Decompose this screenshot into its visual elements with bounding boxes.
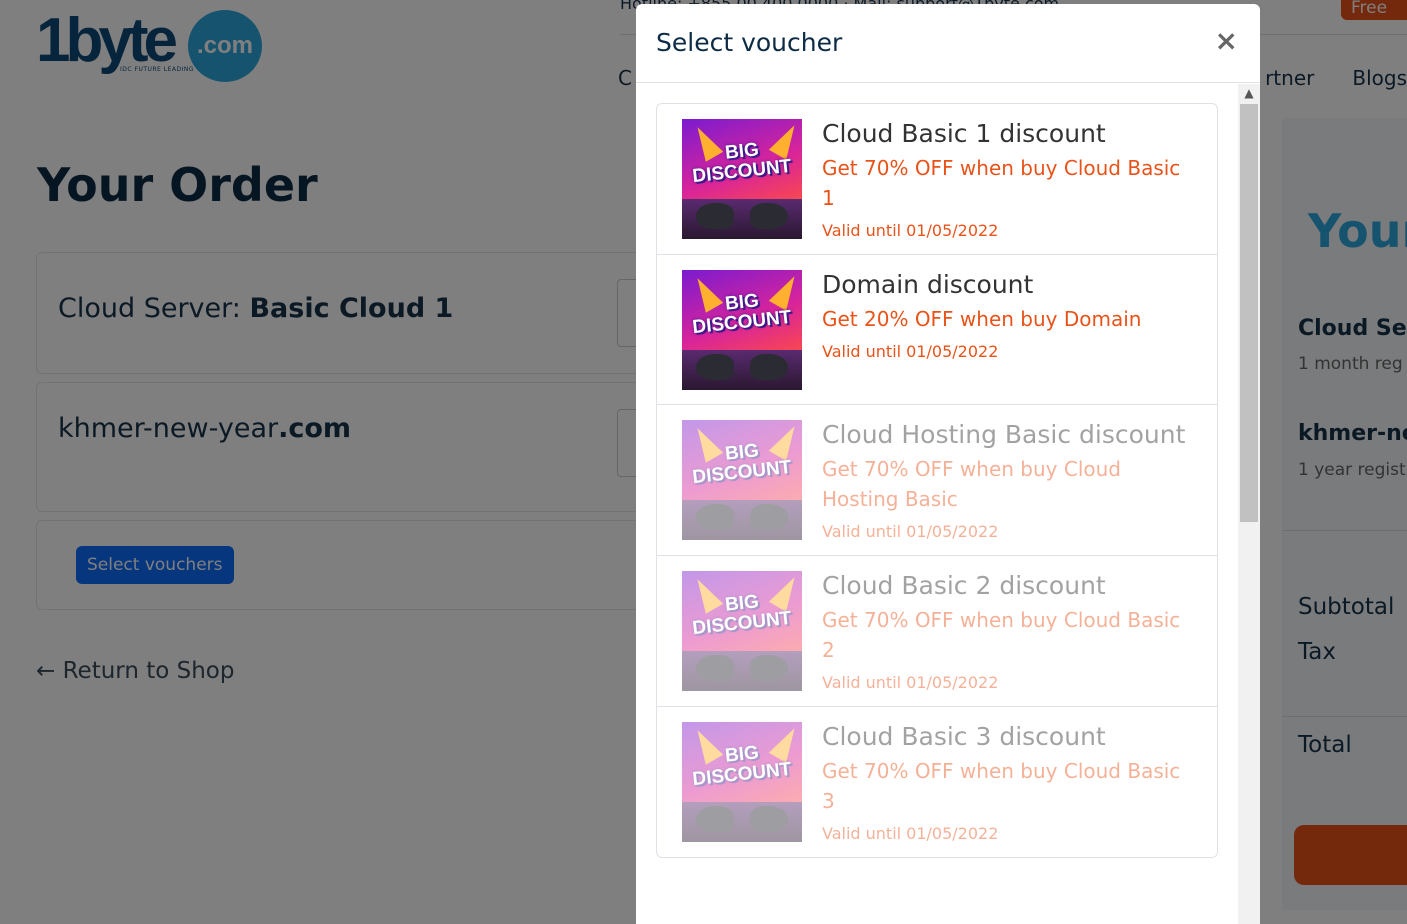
voucher-description: Get 70% OFF when buy Cloud Basic 1 [822, 156, 1181, 210]
voucher-name: Cloud Basic 1 discount [822, 119, 1106, 148]
voucher-description: Get 70% OFF when buy Cloud Basic 2 [822, 608, 1181, 662]
voucher-image: BIG DISCOUNT [682, 722, 802, 842]
voucher-name: Cloud Basic 2 discount [822, 571, 1106, 600]
bull-figure [696, 203, 734, 229]
voucher-validity: Valid until 01/05/2022 [822, 342, 999, 361]
modal-body: BIG DISCOUNT Cloud Basic 1 discount Get 70%… [636, 84, 1238, 924]
voucher-item[interactable]: BIG DISCOUNT Domain discount Get 20% OFF wh… [657, 254, 1217, 404]
modal-header: Select voucher × [636, 4, 1260, 83]
voucher-item: BIG DISCOUNT Cloud Hosting Basic discount G… [657, 404, 1217, 555]
voucher-item: BIG DISCOUNT Cloud Basic 3 discount Get 70%… [657, 706, 1217, 857]
voucher-validity: Valid until 01/05/2022 [822, 673, 999, 692]
voucher-list: BIG DISCOUNT Cloud Basic 1 discount Get 70%… [656, 103, 1218, 858]
voucher-validity: Valid until 01/05/2022 [822, 824, 999, 843]
bull-figure [750, 806, 788, 832]
bull-figure [696, 806, 734, 832]
voucher-image: BIG DISCOUNT [682, 571, 802, 691]
voucher-item: BIG DISCOUNT Cloud Basic 2 discount Get 70%… [657, 555, 1217, 706]
modal-title: Select voucher [656, 28, 843, 57]
voucher-name: Domain discount [822, 270, 1034, 299]
voucher-info: Cloud Basic 3 discount Get 70% OFF when b… [822, 722, 1193, 843]
close-icon[interactable]: × [1215, 24, 1238, 57]
bull-figure [750, 504, 788, 530]
bull-figure [696, 655, 734, 681]
voucher-description: Get 70% OFF when buy Cloud Basic 3 [822, 759, 1181, 813]
modal-scrollbar[interactable]: ▲ [1238, 84, 1260, 924]
voucher-validity: Valid until 01/05/2022 [822, 221, 999, 240]
voucher-image: BIG DISCOUNT [682, 420, 802, 540]
voucher-item[interactable]: BIG DISCOUNT Cloud Basic 1 discount Get 70%… [657, 104, 1217, 254]
voucher-validity: Valid until 01/05/2022 [822, 522, 999, 541]
bull-figure [750, 354, 788, 380]
voucher-info: Domain discount Get 20% OFF when buy Doma… [822, 270, 1193, 390]
bull-figure [696, 354, 734, 380]
scrollbar-thumb[interactable] [1240, 104, 1258, 522]
voucher-name: Cloud Basic 3 discount [822, 722, 1106, 751]
scroll-up-arrow-icon[interactable]: ▲ [1238, 86, 1260, 104]
voucher-info: Cloud Hosting Basic discount Get 70% OFF … [822, 420, 1193, 541]
voucher-info: Cloud Basic 2 discount Get 70% OFF when b… [822, 571, 1193, 692]
voucher-info: Cloud Basic 1 discount Get 70% OFF when b… [822, 119, 1193, 240]
select-voucher-modal: Select voucher × BIG DISCOUNT Cloud Basic … [636, 4, 1260, 924]
bull-figure [750, 203, 788, 229]
bull-figure [696, 504, 734, 530]
voucher-image: BIG DISCOUNT [682, 119, 802, 239]
bull-figure [750, 655, 788, 681]
voucher-name: Cloud Hosting Basic discount [822, 420, 1186, 449]
voucher-description: Get 20% OFF when buy Domain [822, 307, 1142, 331]
voucher-description: Get 70% OFF when buy Cloud Hosting Basic [822, 457, 1121, 511]
voucher-image: BIG DISCOUNT [682, 270, 802, 390]
